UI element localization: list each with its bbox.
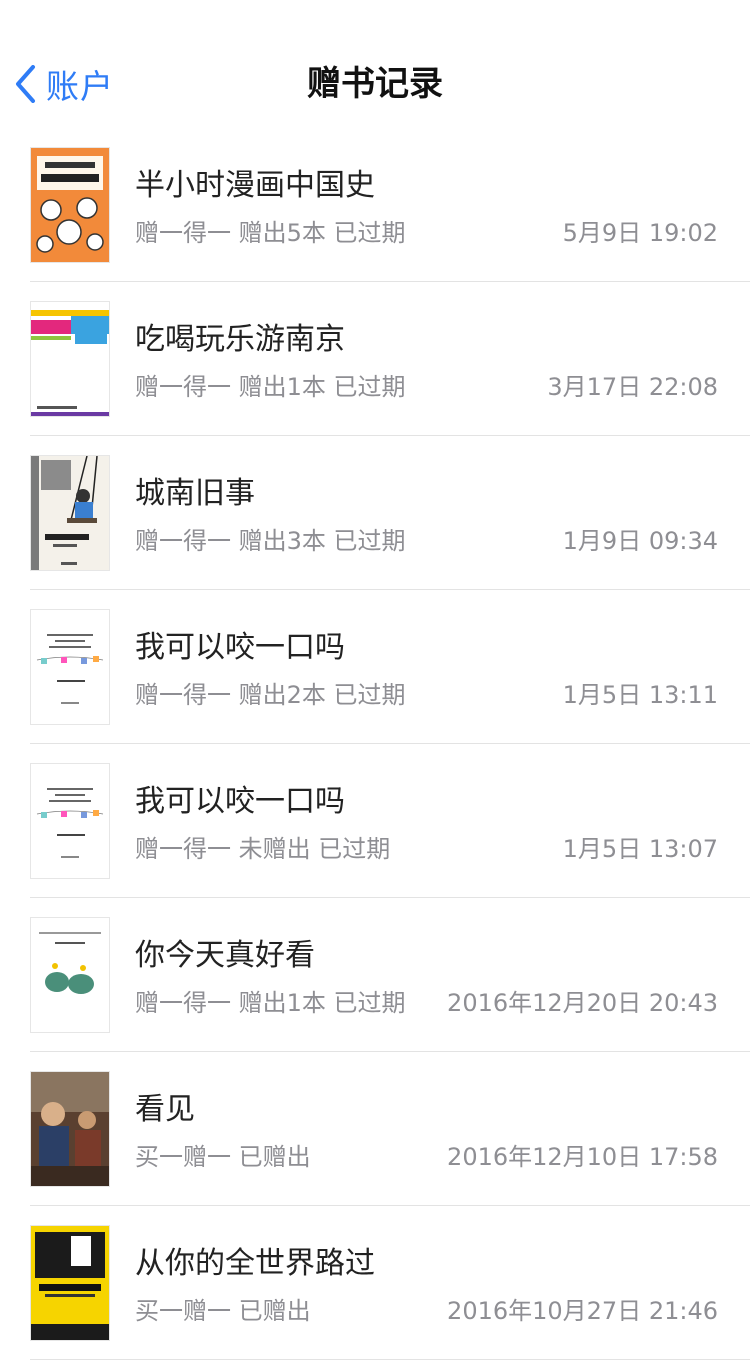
book-title: 我可以咬一口吗 (135, 630, 345, 665)
book-title: 半小时漫画中国史 (135, 168, 375, 203)
gift-status: 买一赠一 已赠出 (135, 1143, 311, 1171)
gift-status: 赠一得一 赠出3本 已过期 (135, 527, 406, 555)
book-title: 吃喝玩乐游南京 (135, 322, 345, 357)
record-date: 2016年12月20日 20:43 (447, 989, 718, 1017)
book-cover (30, 609, 110, 725)
list-item[interactable]: 我可以咬一口吗 赠一得一 未赠出 已过期 1月5日 13:07 (30, 744, 750, 898)
record-date: 2016年10月27日 21:46 (447, 1297, 718, 1325)
gift-status: 赠一得一 赠出2本 已过期 (135, 681, 406, 709)
book-title: 城南旧事 (135, 476, 255, 511)
record-date: 1月9日 09:34 (562, 527, 718, 555)
list-item[interactable]: 吃喝玩乐游南京 赠一得一 赠出1本 已过期 3月17日 22:08 (30, 282, 750, 436)
list-item[interactable]: 我可以咬一口吗 赠一得一 赠出2本 已过期 1月5日 13:11 (30, 590, 750, 744)
gift-status: 赠一得一 未赠出 已过期 (135, 835, 391, 863)
record-date: 1月5日 13:07 (562, 835, 718, 863)
list-item[interactable]: 看见 买一赠一 已赠出 2016年12月10日 17:58 (30, 1052, 750, 1206)
book-title: 你今天真好看 (135, 938, 315, 973)
list-item[interactable]: 半小时漫画中国史 赠一得一 赠出5本 已过期 5月9日 19:02 (30, 128, 750, 282)
gift-status: 赠一得一 赠出1本 已过期 (135, 373, 406, 401)
book-cover (30, 1225, 110, 1341)
record-date: 5月9日 19:02 (562, 219, 718, 247)
record-date: 2016年12月10日 17:58 (447, 1143, 718, 1171)
record-date: 3月17日 22:08 (547, 373, 718, 401)
list-item[interactable]: 从你的全世界路过 买一赠一 已赠出 2016年10月27日 21:46 (30, 1206, 750, 1360)
book-cover (30, 917, 110, 1033)
book-cover (30, 455, 110, 571)
page-title: 赠书记录 (307, 64, 443, 104)
navigation-bar: 账户 赠书记录 (0, 40, 750, 128)
book-cover (30, 147, 110, 263)
book-title: 我可以咬一口吗 (135, 784, 345, 819)
list-item[interactable]: 城南旧事 赠一得一 赠出3本 已过期 1月9日 09:34 (30, 436, 750, 590)
gift-status: 赠一得一 赠出5本 已过期 (135, 219, 406, 247)
list-item[interactable]: 你今天真好看 赠一得一 赠出1本 已过期 2016年12月20日 20:43 (30, 898, 750, 1052)
book-cover (30, 1071, 110, 1187)
book-cover (30, 763, 110, 879)
gift-status: 买一赠一 已赠出 (135, 1297, 311, 1325)
book-title: 从你的全世界路过 (135, 1246, 375, 1281)
book-cover (30, 301, 110, 417)
record-date: 1月5日 13:11 (562, 681, 718, 709)
gift-record-list: 半小时漫画中国史 赠一得一 赠出5本 已过期 5月9日 19:02 吃喝玩乐游南… (0, 128, 750, 1360)
gift-status: 赠一得一 赠出1本 已过期 (135, 989, 406, 1017)
book-title: 看见 (135, 1092, 195, 1127)
